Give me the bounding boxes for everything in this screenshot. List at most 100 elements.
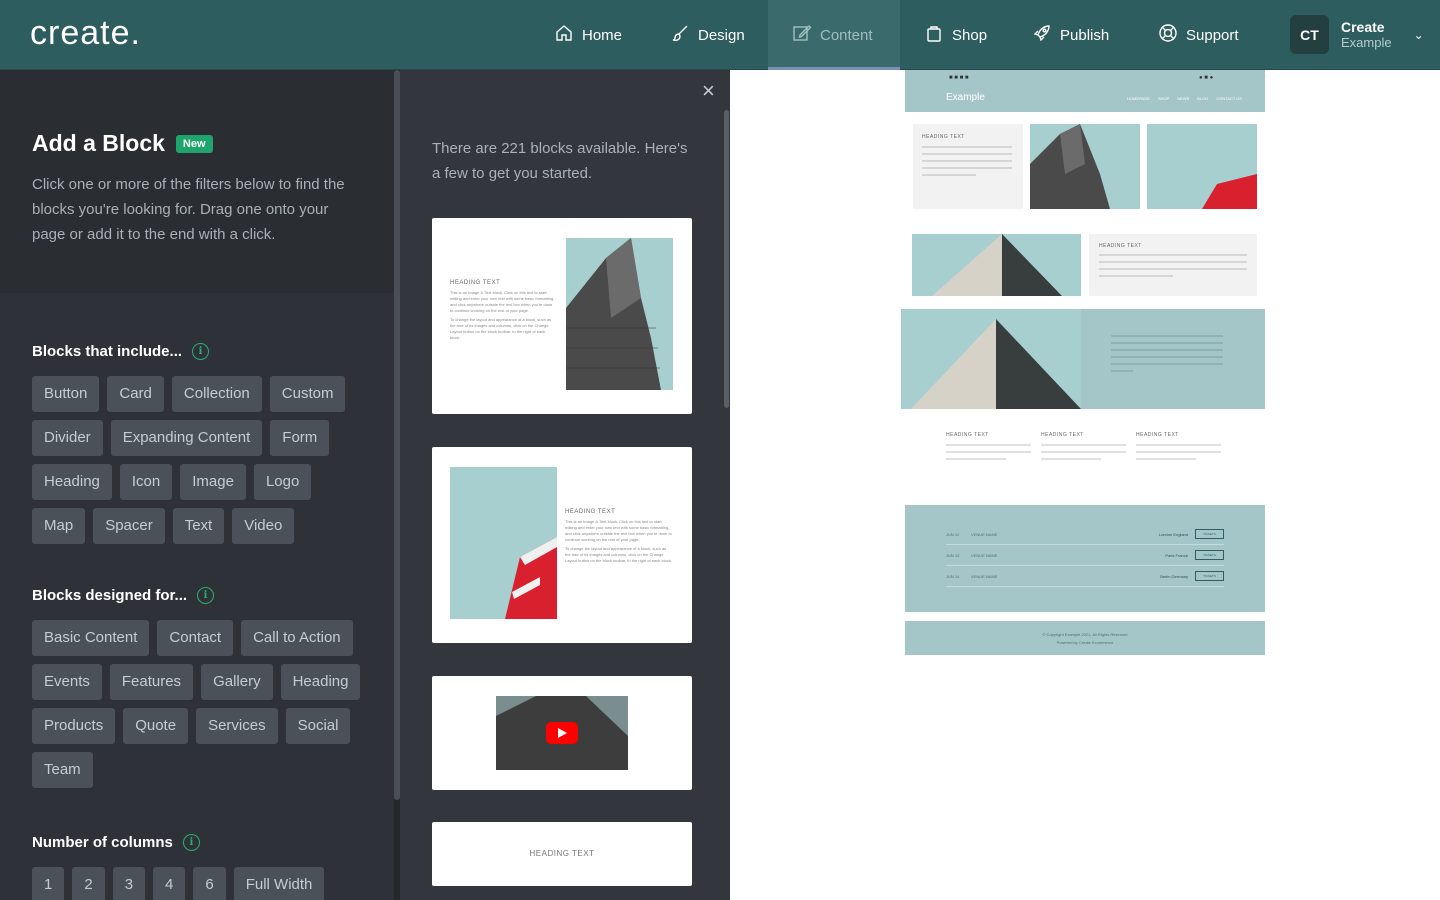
red-building-image — [450, 467, 557, 619]
info-icon[interactable]: i — [197, 587, 215, 604]
nav-shop[interactable]: Shop — [924, 0, 987, 70]
add-block-panel: Add a Block New Click one or more of the… — [0, 70, 394, 900]
include-chip[interactable]: Card — [107, 376, 164, 412]
include-chip[interactable]: Spacer — [93, 508, 165, 544]
nav-content-label: Content — [820, 26, 873, 44]
preview-menu-item: SHOP — [1157, 96, 1170, 101]
nav-content[interactable]: Content — [768, 0, 900, 70]
create-logo[interactable]: create. — [30, 14, 141, 53]
designed-chip[interactable]: Products — [32, 708, 116, 744]
designed-filter-chips: Basic Content Contact Call to Action Events… — [32, 620, 372, 788]
preview-lines — [922, 146, 1012, 181]
preview-column: HEADING TEXT — [1136, 432, 1221, 460]
tickets-button[interactable]: TICKETS — [1195, 571, 1224, 581]
designed-chip[interactable]: Events — [32, 664, 102, 700]
nav-shop-label: Shop — [952, 26, 988, 44]
event-city: Berlin Germany — [1160, 574, 1188, 579]
designed-chip[interactable]: Social — [285, 708, 351, 744]
designed-chip[interactable]: Quote — [123, 708, 189, 744]
footer-powered: Powered by Create Ecommerce — [1056, 640, 1114, 645]
preview-events-block: JUN 12 VENUE NAME London England TICKETS JUN… — [905, 505, 1265, 612]
preview-column: HEADING TEXT — [1041, 432, 1126, 460]
designed-chip[interactable]: Gallery — [201, 664, 273, 700]
block-card-image-text[interactable]: HEADING TEXT This is an Image & Text blo… — [432, 447, 692, 643]
preview-site-logo: Example — [946, 92, 985, 103]
include-chip[interactable]: Custom — [269, 376, 346, 412]
include-chip[interactable]: Video — [232, 508, 295, 544]
panel-description: Click one or more of the filters below t… — [32, 176, 345, 243]
card-paragraph: This is an Image & Text block. Click on … — [450, 290, 555, 313]
designed-chip[interactable]: Contact — [157, 620, 234, 656]
include-filter-chips: Button Card Collection Custom Divider Expandi… — [32, 376, 372, 544]
preview-heading: HEADING TEXT — [922, 134, 965, 140]
columns-filter-chips: 1 2 3 4 6 Full Width — [32, 867, 372, 900]
nav-publish-label: Publish — [1060, 26, 1110, 44]
account-menu[interactable]: CT Create Example ⌄ — [1290, 15, 1424, 54]
tickets-button[interactable]: TICKETS — [1195, 529, 1224, 539]
designed-chip[interactable]: Basic Content — [32, 620, 150, 656]
designed-chip[interactable]: Team — [32, 752, 93, 788]
include-chip[interactable]: Form — [270, 420, 330, 456]
columns-chip[interactable]: 2 — [72, 867, 105, 900]
include-chip[interactable]: Button — [32, 376, 100, 412]
card-paragraph: To change the layout and appearance of a… — [450, 317, 552, 340]
preview-text-box: HEADING TEXT — [913, 124, 1023, 209]
nav-home-label: Home — [582, 26, 623, 44]
nav-publish[interactable]: Publish — [1032, 0, 1109, 70]
info-icon[interactable]: i — [182, 834, 200, 851]
building-image — [566, 238, 673, 390]
card-heading: HEADING TEXT — [565, 509, 616, 515]
designed-heading: Blocks designed for... — [32, 587, 188, 604]
columns-chip[interactable]: 3 — [112, 867, 146, 900]
include-chip[interactable]: Expanding Content — [110, 420, 263, 456]
include-chip[interactable]: Heading — [32, 464, 112, 500]
columns-chip[interactable]: 6 — [193, 867, 226, 900]
designed-chip[interactable]: Services — [196, 708, 278, 744]
columns-chip[interactable]: Full Width — [233, 867, 325, 900]
nav-support[interactable]: Support — [1158, 0, 1239, 70]
preview-heading: HEADING TEXT — [1099, 243, 1142, 249]
include-chip[interactable]: Collection — [171, 376, 262, 412]
nav-home[interactable]: Home — [554, 0, 622, 70]
account-name: Create — [1341, 19, 1385, 35]
columns-chip[interactable]: 1 — [32, 867, 65, 900]
bag-icon — [924, 23, 944, 47]
preview-menu-item: NEWS — [1177, 96, 1190, 101]
designed-chip[interactable]: Features — [109, 664, 194, 700]
designed-chip[interactable]: Call to Action — [241, 620, 353, 656]
include-chip[interactable]: Icon — [119, 464, 173, 500]
columns-chip[interactable]: 4 — [153, 867, 186, 900]
include-chip[interactable]: Map — [32, 508, 86, 544]
preview-menu-item: HOMEPAGE — [1127, 96, 1150, 101]
include-chip[interactable]: Logo — [253, 464, 312, 500]
event-venue: VENUE NAME — [971, 532, 998, 537]
footer-copyright: © Copyright Example 2021. All Rights Res… — [1042, 632, 1128, 637]
event-date: JUN 12 — [946, 532, 960, 537]
preview-pyramid-image — [912, 234, 1081, 296]
preview-column-heading: HEADING TEXT — [946, 432, 989, 438]
include-heading: Blocks that include... — [32, 343, 183, 360]
block-card-video[interactable] — [432, 676, 692, 790]
include-chip[interactable]: Image — [180, 464, 246, 500]
rocket-icon — [1032, 23, 1052, 47]
block-card-image-text[interactable]: HEADING TEXT This is an Image & Text blo… — [432, 218, 692, 414]
play-icon[interactable] — [546, 722, 578, 744]
top-navigation-bar: create. Home Design Content Shop Publish… — [0, 0, 1440, 70]
event-date: JUN 14 — [946, 574, 960, 579]
block-card-heading[interactable]: HEADING TEXT — [432, 822, 692, 886]
include-chip[interactable]: Divider — [32, 420, 103, 456]
nav-support-label: Support — [1186, 26, 1239, 44]
nav-design[interactable]: Design — [670, 0, 745, 70]
edit-icon — [792, 23, 812, 47]
card-paragraph: This is an Image & Text block. Click on … — [565, 519, 672, 542]
info-icon[interactable]: i — [192, 343, 210, 360]
block-panel-scrollbar[interactable] — [724, 110, 729, 408]
include-chip[interactable]: Text — [172, 508, 225, 544]
designed-chip[interactable]: Heading — [280, 664, 361, 700]
card-heading: HEADING TEXT — [450, 280, 501, 286]
video-thumbnail — [496, 696, 628, 770]
close-icon[interactable]: × — [702, 78, 715, 104]
preview-building-image — [1030, 124, 1140, 209]
event-city: London England — [1158, 532, 1188, 537]
tickets-button[interactable]: TICKETS — [1195, 550, 1224, 560]
